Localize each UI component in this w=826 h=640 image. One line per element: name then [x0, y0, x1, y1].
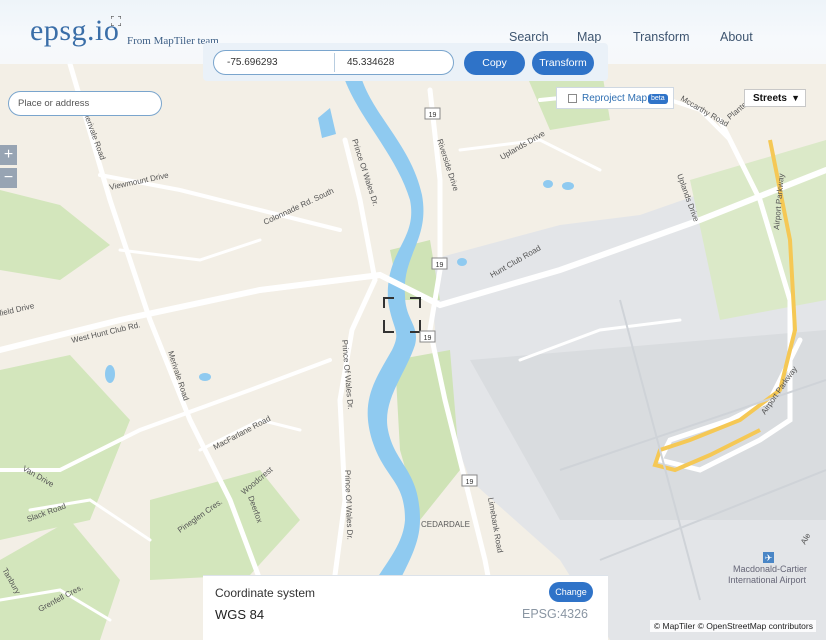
route-shield: 19 — [424, 107, 441, 120]
place-label: CEDARDALE — [421, 520, 470, 529]
zoom-in-button[interactable]: + — [0, 145, 17, 165]
route-shield: 19 — [419, 330, 436, 343]
nav-about[interactable]: About — [720, 30, 753, 44]
airport-icon: ✈ — [763, 552, 774, 564]
map-attribution[interactable]: © MapTiler © OpenStreetMap contributors — [650, 620, 816, 632]
pond — [105, 365, 115, 383]
crs-name: WGS 84 — [215, 607, 265, 622]
svg-text:✈: ✈ — [765, 554, 773, 564]
map-app: 19 19 19 19 ✈ Merivale Road Viewmount Dr… — [0, 0, 826, 640]
divider — [334, 53, 335, 72]
nav-transform[interactable]: Transform — [633, 30, 690, 44]
crs-title: Coordinate system — [215, 586, 316, 600]
transform-button[interactable]: Transform — [532, 51, 594, 75]
reproject-label: Reproject Map — [582, 93, 648, 104]
beta-badge: beta — [648, 94, 668, 104]
latitude-field[interactable]: 45.334628 — [347, 57, 394, 68]
change-button[interactable]: Change — [549, 582, 593, 602]
chevron-down-icon: ▼ — [791, 93, 800, 103]
layer-select[interactable]: Streets ▼ — [744, 89, 806, 107]
pond — [457, 258, 467, 266]
zoom-out-button[interactable]: − — [0, 168, 17, 188]
svg-text:19: 19 — [466, 479, 474, 486]
pond — [543, 180, 553, 188]
svg-text:19: 19 — [424, 335, 432, 342]
reproject-map-toggle[interactable]: Reproject Map beta — [556, 87, 674, 109]
place-label: International Airport — [728, 575, 807, 585]
longitude-field[interactable]: -75.696293 — [227, 57, 278, 68]
nav-search[interactable]: Search — [509, 30, 549, 44]
expand-icon — [111, 16, 121, 26]
reproject-checkbox[interactable] — [568, 94, 577, 103]
layer-select-value: Streets — [753, 93, 787, 104]
coordinate-input[interactable]: -75.696293 45.334628 — [213, 50, 454, 75]
svg-text:19: 19 — [429, 112, 437, 119]
crs-code[interactable]: EPSG:4326 — [522, 607, 588, 621]
place-label: Macdonald-Cartier — [733, 564, 807, 574]
svg-text:19: 19 — [436, 262, 444, 269]
route-shield: 19 — [431, 257, 448, 270]
pond — [199, 373, 211, 381]
place-search-input[interactable]: Place or address — [8, 91, 162, 116]
copy-button[interactable]: Copy — [464, 51, 525, 75]
pond — [562, 182, 574, 190]
coordinate-system-panel: Coordinate system Change WGS 84 EPSG:432… — [203, 575, 608, 640]
logo[interactable]: epsg.io — [30, 14, 119, 48]
route-shield: 19 — [461, 474, 478, 487]
nav-map[interactable]: Map — [577, 30, 601, 44]
